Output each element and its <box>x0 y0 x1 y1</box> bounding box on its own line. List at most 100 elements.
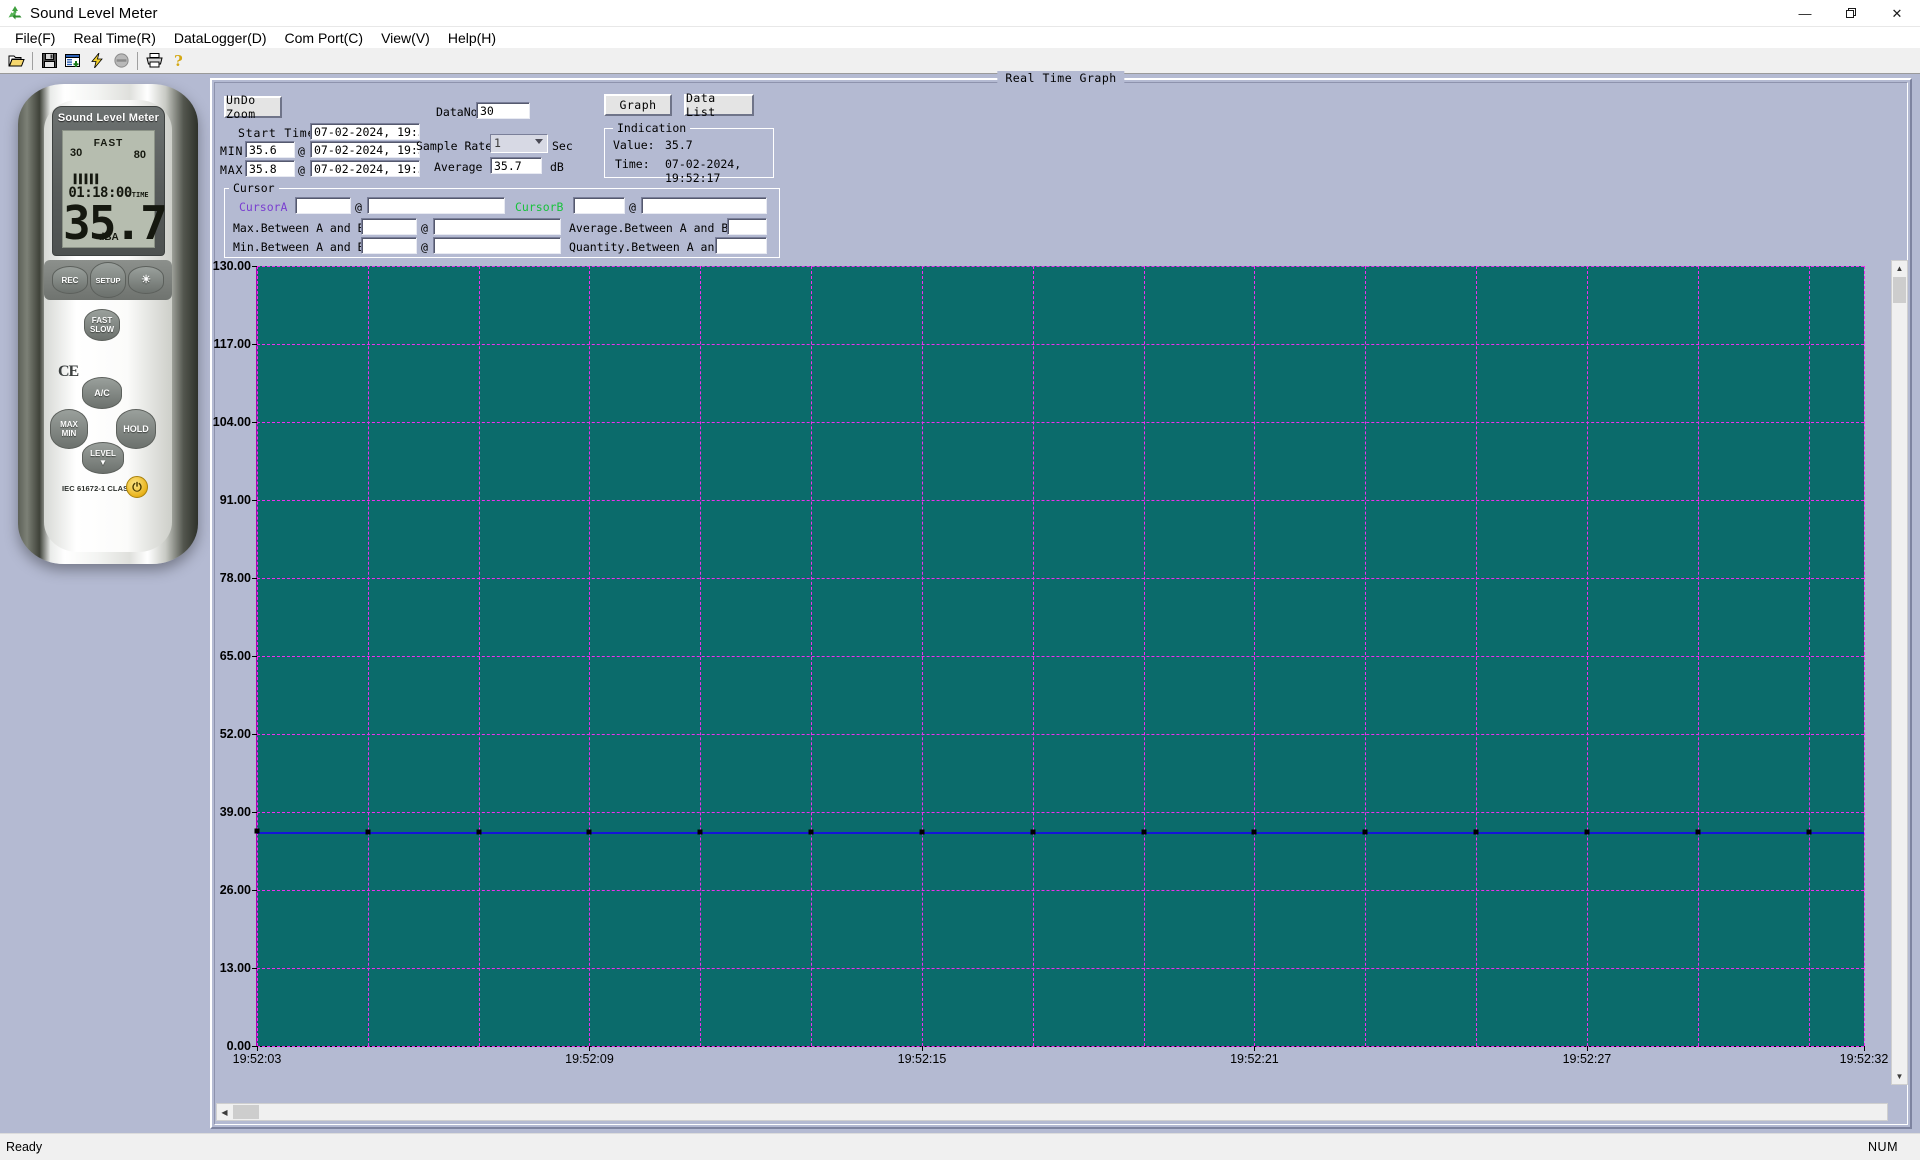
y-tick <box>252 500 257 501</box>
device-rec-button[interactable]: REC <box>52 266 88 294</box>
y-gridline <box>257 266 1864 267</box>
device-photo: Sound Level Meter FAST 30 ▐▐▐▐▐ 80 01:18… <box>8 74 208 574</box>
min-between-at-symbol: @ <box>421 240 428 254</box>
vertical-scrollbar[interactable]: ▲ ▼ <box>1891 260 1908 1085</box>
device-ac-button[interactable]: A/C <box>82 377 122 409</box>
start-time-field[interactable]: 07-02-2024, 19:52:03 <box>310 123 420 140</box>
device-lcd: FAST 30 ▐▐▐▐▐ 80 01:18:00TIME 35.7 dBA <box>62 130 168 249</box>
y-gridline <box>257 500 1864 501</box>
min-between-value-field[interactable] <box>361 237 417 254</box>
title-bar: Sound Level Meter — ✕ <box>0 0 1920 27</box>
indication-value-label: Value: <box>613 138 655 152</box>
cursor-b-label: CursorB <box>515 200 564 214</box>
min-at-symbol: @ <box>298 144 305 158</box>
device-fast-slow-button[interactable]: FAST SLOW <box>84 309 120 341</box>
menu-real-time[interactable]: Real Time(R) <box>64 28 164 48</box>
device-backlight-button[interactable]: ☀ <box>128 266 164 294</box>
average-field[interactable]: 35.7 <box>490 157 542 174</box>
client-area: Sound Level Meter FAST 30 ▐▐▐▐▐ 80 01:18… <box>0 71 1920 1133</box>
average-between-value-field[interactable] <box>727 218 767 235</box>
lcd-range-low: 30 <box>70 147 83 159</box>
menu-file[interactable]: File(F) <box>6 28 64 48</box>
cursor-a-value-field[interactable] <box>295 197 351 214</box>
vertical-scroll-thumb[interactable] <box>1893 277 1906 303</box>
y-tick <box>252 812 257 813</box>
quantity-between-value-field[interactable] <box>715 237 767 254</box>
scroll-up-button[interactable]: ▲ <box>1892 261 1907 276</box>
average-label: Average <box>434 160 483 174</box>
scroll-left-button[interactable]: ◀ <box>217 1104 232 1120</box>
data-point <box>697 829 703 835</box>
device-setup-button[interactable]: SETUP <box>90 262 126 298</box>
max-at-symbol: @ <box>298 163 305 177</box>
indication-group: Indication Value: 35.7 Time: 07-02-2024,… <box>604 121 774 185</box>
menu-datalogger[interactable]: DataLogger(D) <box>165 28 276 48</box>
device-hold-button[interactable]: HOLD <box>116 409 156 449</box>
data-no-field[interactable]: 30 <box>476 102 530 119</box>
cursor-b-value-field[interactable] <box>573 197 625 214</box>
data-list-icon[interactable] <box>61 50 85 72</box>
menu-help[interactable]: Help(H) <box>439 28 505 48</box>
scroll-down-button[interactable]: ▼ <box>1892 1069 1907 1084</box>
x-gridline-minor <box>700 266 702 1046</box>
data-point <box>1030 829 1036 835</box>
max-between-time-field[interactable] <box>433 218 561 235</box>
minimize-button[interactable]: — <box>1782 0 1828 27</box>
y-tick-label: 117.00 <box>213 337 251 351</box>
horizontal-scrollbar[interactable]: ◀ <box>216 1103 1888 1121</box>
min-between-time-field[interactable] <box>433 237 561 254</box>
x-tick <box>257 1046 258 1051</box>
start-icon[interactable] <box>85 50 109 72</box>
device-max-min-button[interactable]: MAX MIN <box>50 409 88 449</box>
device-fast-slow-label: FAST SLOW <box>90 316 114 334</box>
stop-icon <box>109 50 133 72</box>
status-message: Ready <box>6 1140 43 1154</box>
cursor-b-time-field[interactable] <box>641 197 767 214</box>
device-level-button[interactable]: LEVEL ▼ <box>82 442 124 474</box>
toolbar-separator-2 <box>137 51 138 70</box>
cursor-b-at-symbol: @ <box>629 200 636 214</box>
horizontal-scroll-thumb[interactable] <box>233 1105 259 1119</box>
data-point <box>1141 829 1147 835</box>
data-list-button[interactable]: Data List <box>684 91 754 119</box>
y-gridline <box>257 734 1864 735</box>
max-value-field[interactable]: 35.8 <box>245 160 295 177</box>
x-gridline <box>589 266 591 1046</box>
close-button[interactable]: ✕ <box>1874 0 1920 27</box>
y-tick-label: 65.00 <box>219 649 251 663</box>
y-tick-label: 130.00 <box>212 259 251 273</box>
graph-button[interactable]: Graph <box>604 94 672 116</box>
y-tick-label: 91.00 <box>219 493 251 507</box>
print-icon[interactable] <box>142 50 166 72</box>
y-gridline <box>257 656 1864 657</box>
sample-rate-select[interactable]: 125103060 <box>490 134 548 153</box>
device-power-button[interactable]: ⏻ <box>126 476 148 498</box>
data-point <box>808 829 814 835</box>
indication-time: 07-02-2024, 19:52:17 <box>665 157 742 185</box>
lcd-range-high: 80 <box>133 149 146 161</box>
menu-com-port[interactable]: Com Port(C) <box>276 28 373 48</box>
data-point <box>1362 829 1368 835</box>
undo-zoom-button[interactable]: UnDo Zoom <box>224 93 282 121</box>
status-bar: Ready NUM <box>0 1133 1920 1160</box>
cursor-a-time-field[interactable] <box>367 197 505 214</box>
data-point <box>1695 829 1701 835</box>
y-tick <box>252 266 257 267</box>
plot-area[interactable]: 0.00 13.00 26.00 39.00 52.00 65.00 78.00 91.00 1… <box>213 259 1889 1066</box>
save-icon[interactable] <box>37 50 61 72</box>
min-time-field[interactable]: 07-02-2024, 19:52:24 <box>310 141 420 158</box>
max-time-field[interactable]: 07-02-2024, 19:52:03 <box>310 160 420 177</box>
min-value-field[interactable]: 35.6 <box>245 141 295 158</box>
restore-button[interactable] <box>1828 0 1874 27</box>
menu-view[interactable]: View(V) <box>372 28 439 48</box>
ce-mark: CE <box>58 363 79 380</box>
y-tick <box>252 578 257 579</box>
y-tick <box>252 344 257 345</box>
real-time-graph-title: Real Time Graph <box>997 71 1125 85</box>
help-icon[interactable]: ? <box>166 50 190 72</box>
indication-time-label: Time: <box>615 157 650 171</box>
y-gridline <box>257 578 1864 579</box>
y-tick-label: 104.00 <box>212 415 251 429</box>
open-icon[interactable] <box>4 50 28 72</box>
max-between-value-field[interactable] <box>361 218 417 235</box>
